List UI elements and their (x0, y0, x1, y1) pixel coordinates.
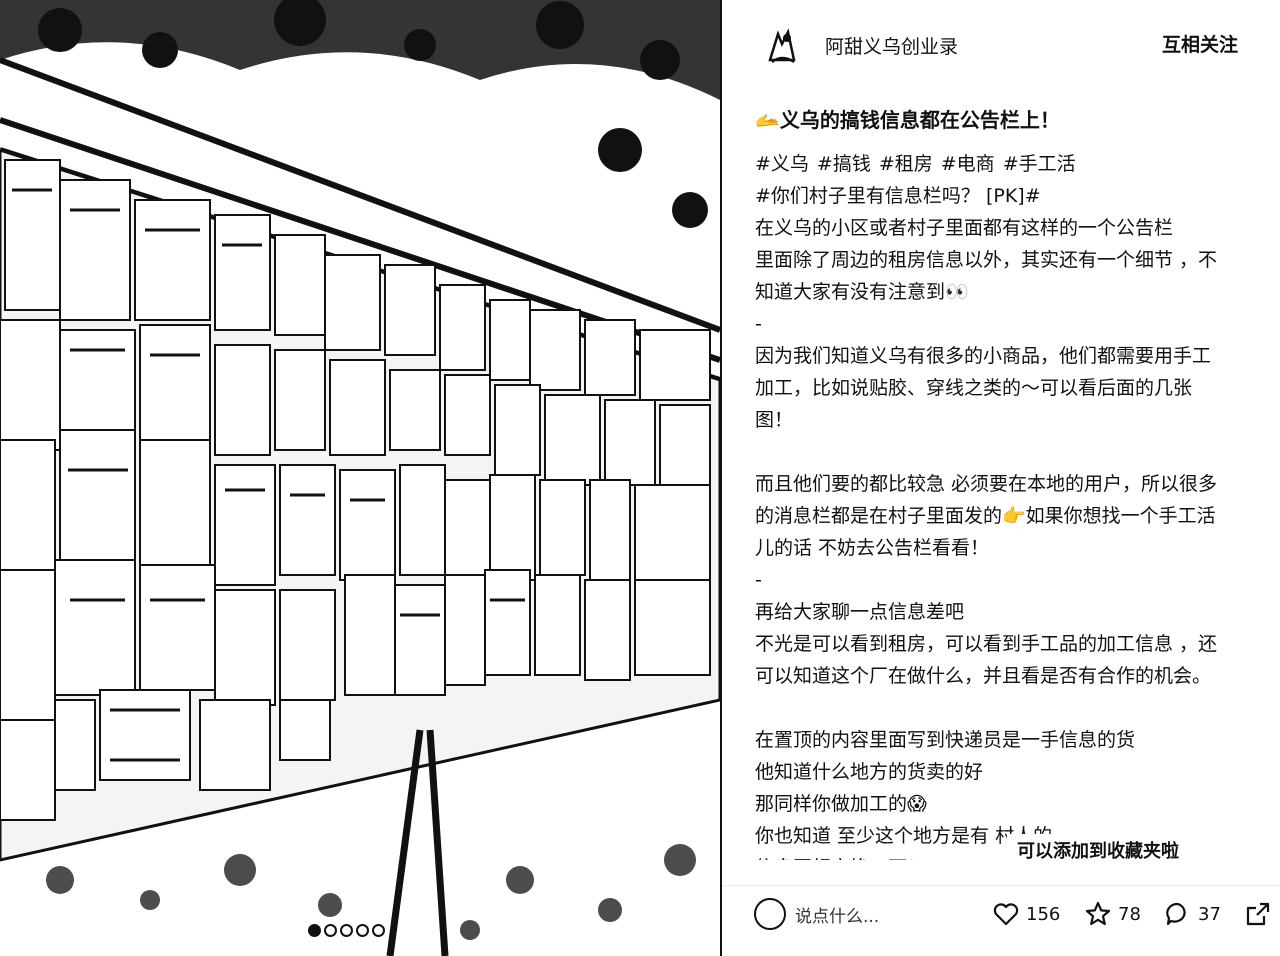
star-icon (1085, 901, 1111, 926)
comment-bubble-icon (1166, 902, 1186, 926)
share-icon (1246, 902, 1270, 926)
author-avatar[interactable] (760, 24, 804, 68)
body-line: 图！ (755, 409, 794, 431)
carousel-indicator[interactable] (308, 921, 385, 939)
toast-message: 可以添加到收藏夹啦 (1007, 834, 1189, 870)
collect-button[interactable]: 78 (1084, 900, 1141, 928)
author-bar: 阿甜义乌创业录 互相关注 (722, 18, 1280, 72)
heart-icon (993, 903, 1019, 926)
tag-row: #义乌 #搞钱 #租房 #电商 #手工活 (755, 148, 1275, 180)
body-line: 他知道什么地方的货卖的好 (755, 761, 984, 783)
note-image[interactable] (0, 0, 720, 956)
share-button[interactable] (1244, 900, 1272, 928)
body-line: 在置顶的内容里面写到快递员是一手信息的货 (755, 729, 1136, 751)
body-line: - (755, 313, 762, 335)
body-line: 而且他们要的都比较急 必须要在本地的用户，所以很多 (755, 473, 1218, 495)
bulletin-board-photo (0, 0, 720, 956)
hashtag-link[interactable]: #电商 (941, 153, 995, 175)
body-line: - (755, 569, 762, 591)
like-button[interactable]: 156 (992, 900, 1060, 928)
engagement-bar: 说点什么... 156 78 37 (722, 885, 1280, 946)
body-line: 在义乌的小区或者村子里面都有这样的一个公告栏 (755, 217, 1174, 239)
hashtag-link[interactable]: #租房 (879, 153, 933, 175)
hashtag-link[interactable]: #义乌 (755, 153, 809, 175)
hashtag-link[interactable]: #手工活 (1003, 153, 1076, 175)
like-count: 156 (1026, 903, 1061, 925)
body-line: #你们村子里有信息栏吗？ [PK]# (755, 185, 1041, 207)
collect-count: 78 (1118, 903, 1141, 925)
body-line: 不光是可以看到租房，可以看到手工品的加工信息 ，还 (755, 633, 1218, 655)
comment-button[interactable]: 37 (1164, 900, 1221, 928)
body-line: 再给大家聊一点信息差吧 (755, 601, 965, 623)
note-content: 🫴义乌的搞钱信息都在公告栏上！ #义乌 #搞钱 #租房 #电商 #手工活 #你们村子里有… (755, 104, 1275, 860)
carousel-dot[interactable] (356, 923, 369, 937)
body-line: 儿的话 不妨去公告栏看看！ (755, 537, 990, 559)
body-line: 因为我们知道义乌有很多的小商品，他们都需要用手工 (755, 345, 1212, 367)
body-line (755, 436, 1275, 468)
carousel-dot[interactable] (372, 923, 385, 937)
carousel-dot[interactable] (308, 923, 321, 937)
user-avatar (754, 898, 786, 930)
body-line (755, 692, 1275, 724)
note-title: 🫴义乌的搞钱信息都在公告栏上！ (755, 108, 1060, 132)
comment-count: 37 (1198, 903, 1221, 925)
body-line: 的消息栏都是在村子里面发的👉如果你想找一个手工活 (755, 505, 1216, 527)
hashtag-link[interactable]: #搞钱 (817, 153, 871, 175)
author-name[interactable]: 阿甜义乌创业录 (825, 32, 958, 59)
carousel-dot[interactable] (340, 923, 353, 937)
body-line: 加工，比如说贴胶、穿线之类的～可以看后面的几张 (755, 377, 1193, 399)
comment-input[interactable]: 说点什么... (795, 902, 879, 927)
body-line: 可以知道这个厂在做什么，并且看是否有合作的机会。 (755, 665, 1212, 687)
body-line: 那同样你做加工的😱 (755, 793, 927, 815)
note-detail: 阿甜义乌创业录 互相关注 🫴义乌的搞钱信息都在公告栏上！ #义乌 #搞钱 #租房 #电… (722, 0, 1280, 956)
body-line: 知道大家有没有注意到👀 (755, 281, 969, 303)
body-line: 里面除了周边的租房信息以外，其实还有一个细节 ，不 (755, 249, 1218, 271)
carousel-dot[interactable] (324, 923, 337, 937)
follow-button[interactable]: 互相关注 (1162, 30, 1238, 57)
